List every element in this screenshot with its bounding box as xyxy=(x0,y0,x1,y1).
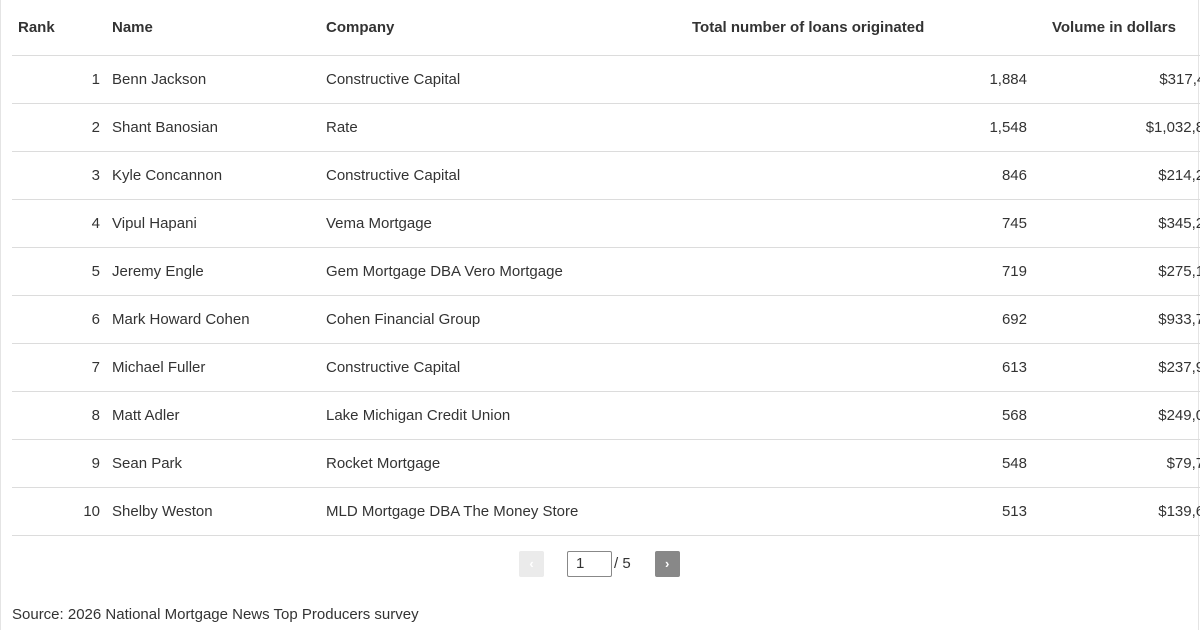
cell-rank: 6 xyxy=(12,295,100,344)
source-note: Source: 2026 National Mortgage News Top … xyxy=(12,606,419,623)
cell-loans: 548 xyxy=(678,439,1027,488)
cell-name: Shelby Weston xyxy=(100,487,314,536)
cell-name: Vipul Hapani xyxy=(100,199,314,248)
cell-rank: 1 xyxy=(12,55,100,104)
header-rank[interactable]: Rank xyxy=(12,0,100,56)
cell-company: Constructive Capital xyxy=(314,343,678,392)
table-row: 2Shant BanosianRate1,548$1,032,813,922 xyxy=(12,103,1200,152)
cell-name: Sean Park xyxy=(100,439,314,488)
cell-company: Constructive Capital xyxy=(314,55,678,104)
table-row: 10 Shelby Weston MLD Mortgage DBA The Mone… xyxy=(12,487,1200,536)
cell-loans: 846 xyxy=(678,151,1027,200)
cell-rank: 3 xyxy=(12,151,100,200)
cell-rank: 7 xyxy=(12,343,100,392)
cell-rank: 8 xyxy=(12,391,100,440)
cell-company: Rocket Mortgage xyxy=(314,439,678,488)
cell-volume: $275,154,030 xyxy=(1027,247,1200,296)
cell-name: Kyle Concannon xyxy=(100,151,314,200)
cell-name: Mark Howard Cohen xyxy=(100,295,314,344)
cell-volume: $1,032,813,922 xyxy=(1027,103,1200,152)
header-company[interactable]: Company xyxy=(314,0,678,56)
cell-volume: $933,705,193 xyxy=(1027,295,1200,344)
header-name[interactable]: Name xyxy=(100,0,314,56)
page-total-label: / 5 xyxy=(614,555,631,572)
cell-company: Vema Mortgage xyxy=(314,199,678,248)
cell-volume: $139,620,680 xyxy=(1027,487,1200,536)
cell-name: Benn Jackson xyxy=(100,55,314,104)
table-row: 7 Michael Fuller Constructive Capital 613 $2… xyxy=(12,343,1200,392)
table-header-row: Rank Name Company Total number of loans … xyxy=(12,0,1200,56)
table-row: 8 Matt Adler Lake Michigan Credit Union 568… xyxy=(12,391,1200,440)
table-row: 4Vipul HapaniVema Mortgage745$345,246,74… xyxy=(12,199,1200,248)
cell-volume: $237,984,420 xyxy=(1027,343,1200,392)
top-producers-table: Rank Name Company Total number of loans … xyxy=(12,0,1200,536)
cell-rank: 10 xyxy=(12,487,100,536)
cell-loans: 613 xyxy=(678,343,1027,392)
chevron-right-icon[interactable]: › xyxy=(654,550,680,577)
cell-name: Michael Fuller xyxy=(100,343,314,392)
cell-name: Shant Banosian xyxy=(100,103,314,152)
table-row: 3 Kyle Concannon Constructive Capital 846 $2… xyxy=(12,151,1200,200)
cell-name: Matt Adler xyxy=(100,391,314,440)
cell-company: Cohen Financial Group xyxy=(314,295,678,344)
cell-loans: 1,884 xyxy=(678,55,1027,104)
table-row: 6 Mark Howard Cohen Cohen Financial Group 6… xyxy=(12,295,1200,344)
table-row: 1 Benn Jackson Constructive Capital 1,884 $3… xyxy=(12,55,1200,104)
cell-loans: 692 xyxy=(678,295,1027,344)
table-row: 9Sean ParkRocket Mortgage548$79,795,798 xyxy=(12,439,1200,488)
page-number-input[interactable] xyxy=(567,550,612,577)
cell-volume: $345,246,748 xyxy=(1027,199,1200,248)
cell-rank: 4 xyxy=(12,199,100,248)
header-loans[interactable]: Total number of loans originated xyxy=(678,0,1027,56)
header-volume[interactable]: Volume in dollars xyxy=(1027,0,1200,56)
cell-loans: 745 xyxy=(678,199,1027,248)
table-body: 1 Benn Jackson Constructive Capital 1,884 $3… xyxy=(12,55,1200,536)
cell-company: MLD Mortgage DBA The Money Store xyxy=(314,487,678,536)
cell-rank: 2 xyxy=(12,103,100,152)
cell-rank: 5 xyxy=(12,247,100,296)
cell-loans: 1,548 xyxy=(678,103,1027,152)
cell-company: Constructive Capital xyxy=(314,151,678,200)
cell-volume: $317,402,411 xyxy=(1027,55,1200,104)
chevron-left-icon[interactable]: ‹ xyxy=(519,550,544,577)
cell-rank: 9 xyxy=(12,439,100,488)
cell-loans: 719 xyxy=(678,247,1027,296)
cell-loans: 568 xyxy=(678,391,1027,440)
cell-volume: $249,038,976 xyxy=(1027,391,1200,440)
cell-company: Rate xyxy=(314,103,678,152)
cell-loans: 513 xyxy=(678,487,1027,536)
cell-company: Gem Mortgage DBA Vero Mortgage xyxy=(314,247,678,296)
cell-name: Jeremy Engle xyxy=(100,247,314,296)
table-row: 5 Jeremy Engle Gem Mortgage DBA Vero Mortg… xyxy=(12,247,1200,296)
cell-company: Lake Michigan Credit Union xyxy=(314,391,678,440)
cell-volume: $214,223,507 xyxy=(1027,151,1200,200)
cell-volume: $79,795,798 xyxy=(1027,439,1200,488)
pagination: ‹ / 5 › xyxy=(519,550,680,577)
